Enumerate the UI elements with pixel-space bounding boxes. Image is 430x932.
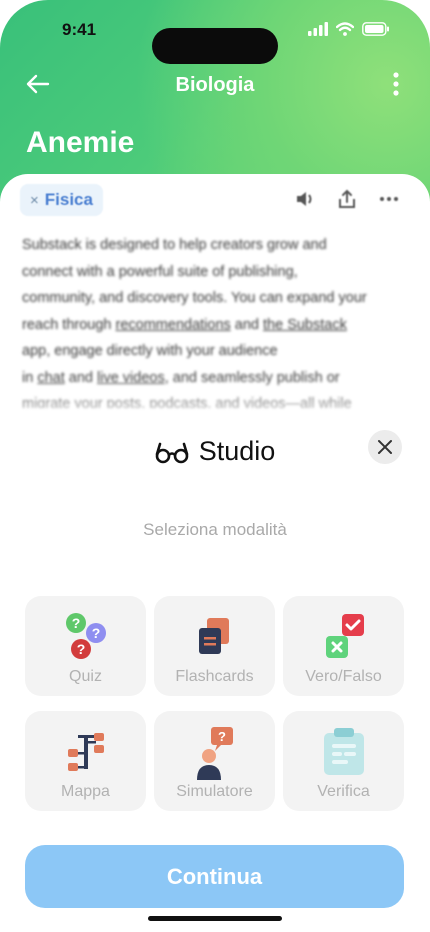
mode-card-verifica[interactable]: Verifica: [283, 711, 404, 811]
svg-text:?: ?: [76, 641, 85, 657]
mode-label: Vero/Falso: [305, 668, 382, 685]
close-icon: [378, 440, 392, 454]
text-line: connect with a powerful suite of publish…: [22, 263, 298, 280]
text-line: app, engage directly with your audience: [22, 343, 278, 359]
text-line: community, and discovery tools. You can …: [22, 290, 367, 306]
wifi-icon: [336, 22, 354, 36]
mode-label: Simulatore: [176, 783, 253, 800]
mode-grid: ? ? ? Quiz Flashcards Vero/Falso Mappa ?…: [25, 596, 405, 811]
dynamic-island: [152, 28, 278, 64]
share-icon[interactable]: [336, 188, 358, 210]
audio-icon[interactable]: [294, 188, 316, 210]
cellular-signal-icon: [308, 22, 328, 36]
continue-button[interactable]: Continua: [25, 845, 404, 908]
mode-label: Flashcards: [175, 668, 254, 685]
text-line: reach through recommendations and the Su…: [22, 316, 347, 333]
home-indicator[interactable]: [148, 916, 282, 921]
chip-close-icon[interactable]: ×: [30, 192, 39, 209]
mind-map-icon: [67, 733, 104, 771]
text-line: in chat and live videos, and seamlessly …: [22, 369, 340, 386]
text-link[interactable]: chat: [37, 370, 64, 386]
more-vertical-icon[interactable]: [392, 70, 400, 98]
text-link[interactable]: the Substack: [263, 317, 347, 333]
true-false-icon: [325, 614, 364, 658]
quiz-icon: ? ? ?: [65, 613, 106, 659]
text-line: migrate your posts, podcasts, and videos…: [22, 396, 352, 408]
flashcards-icon: [198, 618, 229, 654]
mode-label: Quiz: [69, 668, 102, 685]
subject-chip[interactable]: × Fisica: [20, 184, 103, 216]
page-title: Anemie: [26, 126, 135, 159]
mode-card-true-false[interactable]: Vero/Falso: [283, 596, 404, 696]
status-bar: 9:41: [0, 16, 430, 64]
studio-title: Studio: [198, 436, 276, 466]
text-line: Substack is designed to help creators gr…: [22, 237, 327, 253]
more-horizontal-icon[interactable]: [378, 188, 400, 210]
mode-card-flashcards[interactable]: Flashcards: [154, 596, 275, 696]
status-time: 9:41: [62, 20, 97, 39]
text-link[interactable]: live videos: [97, 370, 165, 386]
document-toolbar: [294, 188, 400, 210]
chip-label: Fisica: [44, 190, 93, 209]
clipboard-icon: [323, 728, 364, 775]
svg-text:?: ?: [91, 625, 100, 641]
svg-text:?: ?: [218, 729, 226, 744]
close-button[interactable]: [368, 430, 402, 464]
studio-header: Studio: [0, 436, 430, 467]
mode-prompt: Seleziona modalità: [143, 520, 287, 539]
navigation-bar: Biologia: [0, 66, 430, 106]
glasses-icon: [155, 442, 189, 463]
mode-label: Mappa: [61, 783, 110, 800]
mode-card-quiz[interactable]: ? ? ? Quiz: [25, 596, 146, 696]
svg-text:?: ?: [71, 615, 80, 631]
text-link[interactable]: recommendations: [116, 317, 231, 333]
document-text: Substack is designed to help creators gr…: [22, 232, 416, 408]
mode-label: Verifica: [317, 783, 370, 800]
status-icons: [308, 22, 390, 36]
simulator-icon: ?: [196, 727, 233, 780]
mode-card-simulatore[interactable]: ? Simulatore: [154, 711, 275, 811]
battery-icon: [362, 22, 389, 36]
mode-card-mappa[interactable]: Mappa: [25, 711, 146, 811]
nav-title: Biologia: [175, 74, 255, 96]
